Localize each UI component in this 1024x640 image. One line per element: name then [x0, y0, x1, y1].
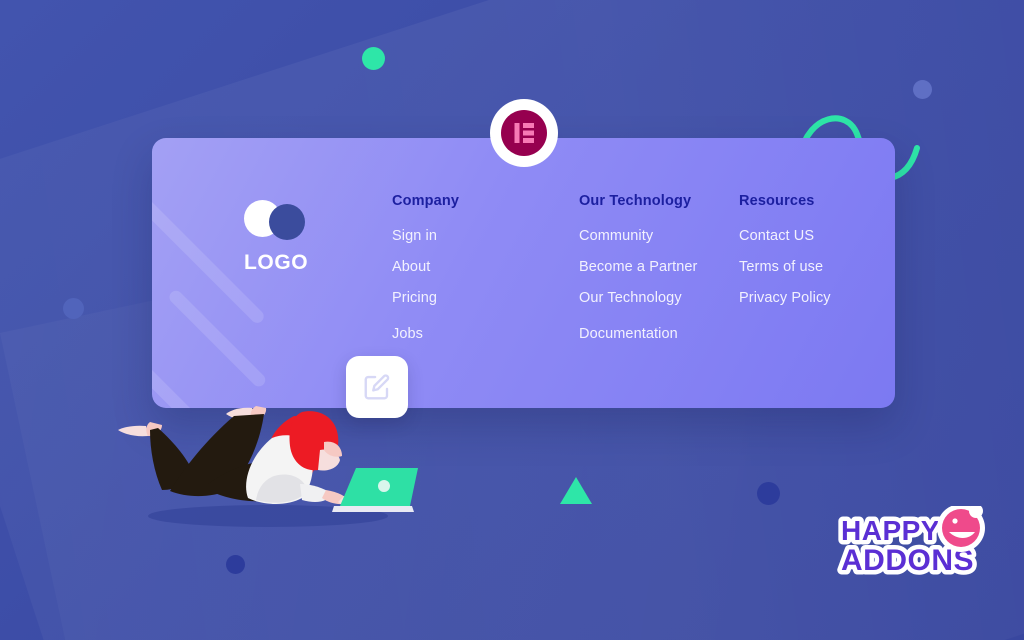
teal-triangle-decoration — [560, 477, 592, 504]
footer-link-community[interactable]: Community — [579, 228, 739, 244]
footer-link-contact-us[interactable]: Contact US — [739, 228, 895, 244]
footer-link-columns: Company Sign in About Pricing Jobs Our T… — [392, 193, 895, 357]
column-heading-company: Company — [392, 193, 460, 209]
footer-link-become-a-partner[interactable]: Become a Partner — [579, 259, 739, 275]
column-heading-our-technology: Our Technology — [579, 193, 692, 209]
footer-link-privacy-policy[interactable]: Privacy Policy — [739, 290, 895, 306]
edit-pencil-square-icon — [364, 374, 390, 400]
column-heading-resources: Resources — [739, 193, 815, 209]
elementor-logo-badge[interactable] — [490, 99, 558, 167]
footer-column-resources: Resources Contact US Terms of use Privac… — [739, 193, 895, 357]
happy-addons-brand-logo: HAPPY HAPPY ADDONS ADDONS — [837, 506, 985, 582]
logo-mark — [244, 200, 330, 240]
logo-text: LOGO — [244, 251, 309, 274]
footer-column-company: Company Sign in About Pricing Jobs — [392, 193, 579, 357]
light-dot-decoration-left — [63, 298, 84, 319]
brand-logo-block[interactable]: LOGO — [244, 200, 330, 275]
footer-link-terms-of-use[interactable]: Terms of use — [739, 259, 895, 275]
screenshot-stage: LOGO Company Sign in About Pricing Jobs … — [0, 0, 1024, 640]
brand-line-one: HAPPY — [841, 515, 940, 546]
edit-widget-button[interactable]: Edit — [346, 356, 408, 418]
footer-link-documentation[interactable]: Documentation — [579, 326, 739, 342]
light-dot-decoration-top-right — [913, 80, 932, 99]
footer-link-about[interactable]: About — [392, 259, 579, 275]
logo-circle-dark-icon — [269, 204, 305, 240]
teal-dot-decoration — [362, 47, 385, 70]
dark-dot-decoration-bottom-left — [226, 555, 245, 574]
footer-column-our-technology: Our Technology Community Become a Partne… — [579, 193, 739, 357]
footer-link-our-technology[interactable]: Our Technology — [579, 290, 739, 306]
woman-lying-with-laptop-illustration — [118, 406, 418, 527]
footer-link-sign-in[interactable]: Sign in — [392, 228, 579, 244]
happy-face-icon — [937, 506, 985, 552]
footer-link-jobs[interactable]: Jobs — [392, 326, 579, 342]
footer-widget-card: LOGO Company Sign in About Pricing Jobs … — [152, 138, 895, 408]
dark-dot-decoration-bottom-right — [757, 482, 780, 505]
footer-link-pricing[interactable]: Pricing — [392, 290, 579, 306]
